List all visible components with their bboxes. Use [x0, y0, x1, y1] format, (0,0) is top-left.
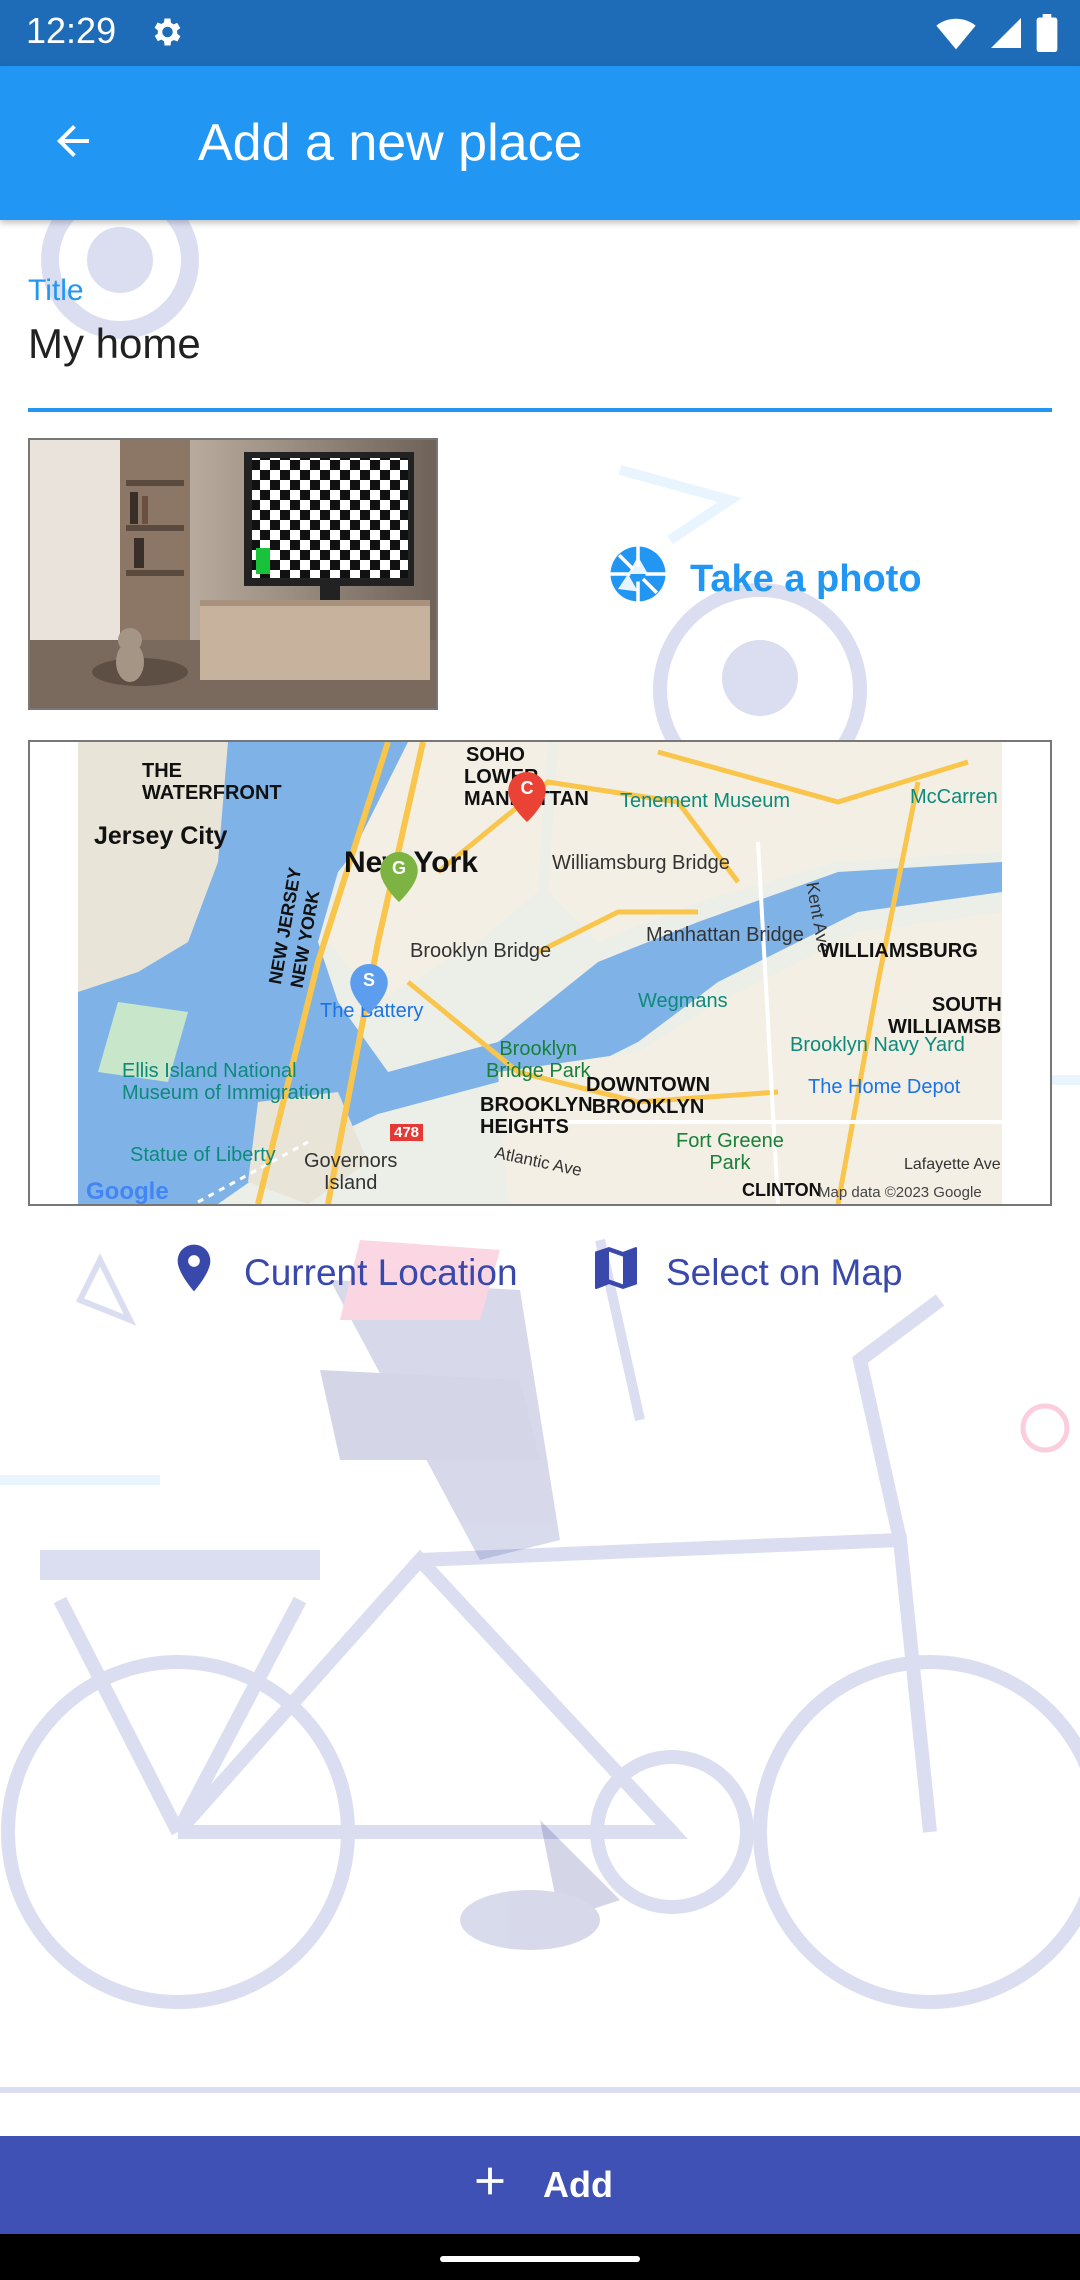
status-bar: 12:29 — [0, 0, 1080, 66]
map-label-south-williamsburg: SOUTH WILLIAMSBURG — [888, 994, 1002, 1038]
map-label-brooklyn-navy-yard: Brooklyn Navy Yard — [790, 1034, 965, 1056]
map-label-fort-greene-park: Fort Greene Park — [676, 1130, 784, 1174]
title-input[interactable]: My home — [28, 320, 201, 368]
map-image: THE WATERFRONT SOHO LOWER MANHATTAN Tene… — [78, 742, 1002, 1204]
app-bar: Add a new place — [0, 66, 1080, 220]
map-label-brooklyn-bridge-park: Brooklyn Bridge Park — [486, 1038, 591, 1082]
map-label-wegmans: Wegmans — [638, 990, 728, 1012]
status-time: 12:29 — [26, 10, 117, 51]
map-label-clinton: CLINTON — [742, 1180, 822, 1200]
map-label-ellis-island: Ellis Island National Museum of Immigrat… — [122, 1060, 331, 1104]
map-label-jersey-city: Jersey City — [94, 822, 228, 850]
map-data-attribution: Map data ©2023 Google — [818, 1184, 982, 1201]
map-marker-g: G — [380, 852, 418, 902]
photo-image — [30, 440, 436, 708]
home-gesture-handle[interactable] — [440, 2256, 640, 2262]
camera-aperture-icon — [608, 544, 668, 614]
map-label-downtown-brooklyn: DOWNTOWN BROOKLYN — [586, 1074, 711, 1118]
map-label-manhattan-bridge: Manhattan Bridge — [646, 924, 804, 946]
plus-icon — [467, 2158, 513, 2213]
current-location-label: Current Location — [244, 1251, 518, 1293]
signal-icon — [988, 15, 1024, 56]
google-logo: Google — [86, 1178, 169, 1204]
map-label-statue-of-liberty: Statue of Liberty — [130, 1144, 276, 1166]
arrow-left-icon — [49, 117, 97, 170]
map-label-williamsburg: WILLIAMSBURG — [820, 940, 978, 962]
map-label-home-depot: The Home Depot — [808, 1076, 961, 1098]
select-on-map-button[interactable]: Select on Map — [588, 1240, 903, 1305]
title-field-label: Title — [28, 274, 84, 307]
map-icon — [588, 1240, 644, 1305]
map-marker-s: S — [350, 964, 388, 1014]
map-marker-c: C — [508, 772, 546, 822]
map-label-brooklyn-heights: BROOKLYN HEIGHTS — [480, 1094, 593, 1138]
map-label-williamsburg-bridge: Williamsburg Bridge — [552, 852, 730, 874]
map-label-waterfront: THE WATERFRONT — [142, 760, 282, 804]
navigation-bar — [0, 2234, 1080, 2280]
map-label-governors-island: Governors Island — [304, 1150, 398, 1194]
take-photo-button[interactable]: Take a photo — [608, 544, 922, 614]
location-button-row: Current Location Select on Map — [0, 1240, 1080, 1310]
map-label-tenement-museum: Tenement Museum — [620, 790, 791, 812]
map-label-478: 478 — [390, 1124, 424, 1141]
select-on-map-label: Select on Map — [666, 1251, 903, 1293]
map-preview[interactable]: THE WATERFRONT SOHO LOWER MANHATTAN Tene… — [28, 740, 1052, 1206]
back-button[interactable] — [42, 112, 104, 174]
take-photo-label: Take a photo — [690, 557, 922, 600]
map-label-soho: SOHO — [466, 744, 525, 766]
map-pin-icon — [166, 1240, 222, 1305]
map-label-brooklyn-bridge: Brooklyn Bridge — [410, 940, 552, 962]
add-button-label: Add — [543, 2164, 613, 2205]
wifi-icon — [936, 15, 976, 56]
current-location-button[interactable]: Current Location — [166, 1240, 518, 1305]
map-label-mccarren-park: McCarren Park — [910, 786, 1002, 808]
gear-icon — [148, 14, 184, 55]
page-title: Add a new place — [198, 114, 583, 172]
add-button[interactable]: Add — [0, 2136, 1080, 2234]
title-field[interactable]: Title My home — [28, 270, 1052, 412]
title-underline — [28, 408, 1052, 412]
battery-icon — [1036, 14, 1058, 57]
map-label-lafayette-ave: Lafayette Ave — [904, 1156, 1001, 1173]
place-photo — [28, 438, 438, 710]
